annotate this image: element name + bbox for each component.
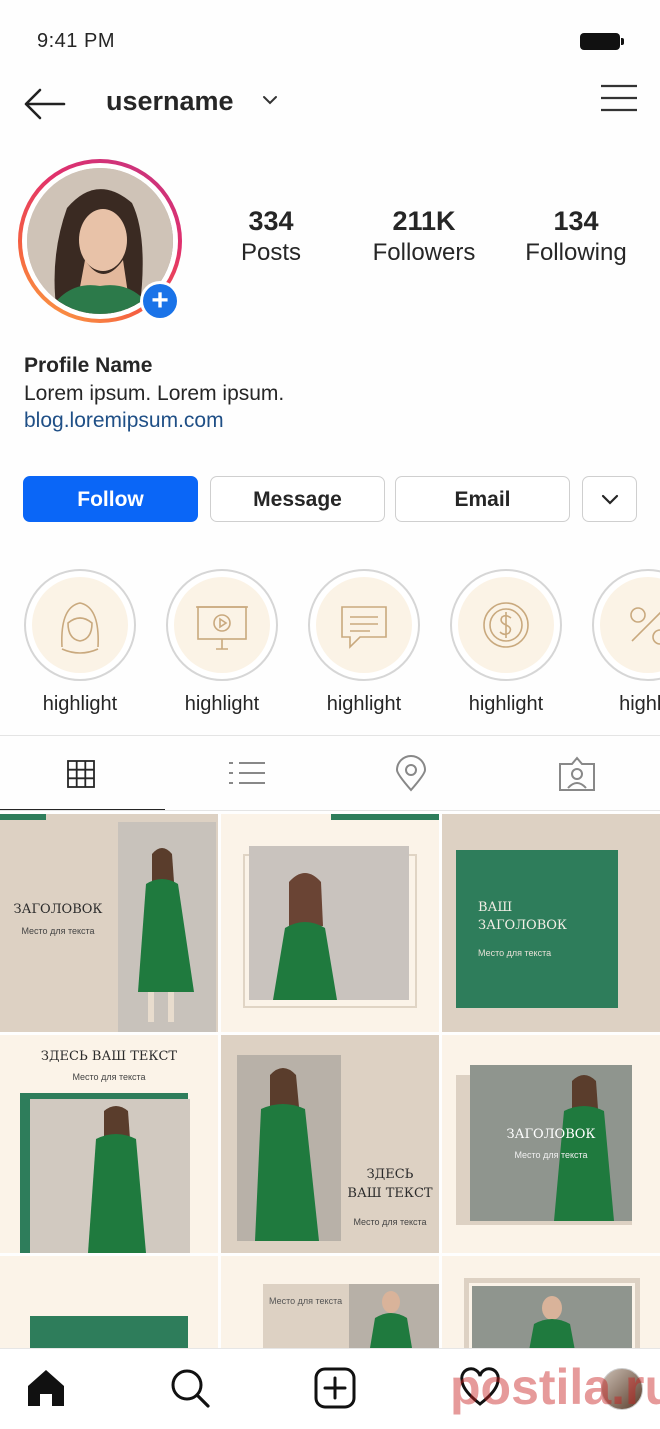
bio-text: Lorem ipsum. Lorem ipsum. xyxy=(24,382,285,405)
post-photo xyxy=(472,1286,632,1348)
post-tile[interactable]: ЗАГОЛОВОК Место для текста xyxy=(0,814,218,1032)
follow-button[interactable]: Follow xyxy=(23,476,198,522)
more-options-button[interactable] xyxy=(582,476,637,522)
divider xyxy=(0,735,660,736)
location-pin-icon[interactable] xyxy=(330,750,495,796)
chevron-down-icon xyxy=(601,494,618,505)
post-tile[interactable]: ЗАГОЛОВОК Место для текста xyxy=(442,1035,660,1253)
email-button[interactable]: Email xyxy=(395,476,570,522)
green-card xyxy=(30,1316,188,1348)
post-subtitle: Место для текста xyxy=(353,1217,427,1227)
stat-posts[interactable]: 334 Posts xyxy=(201,206,341,267)
post-title: ЗАГОЛОВОК xyxy=(13,902,103,917)
stat-label: Followers xyxy=(372,239,476,266)
post-tile[interactable] xyxy=(221,814,439,1032)
divider xyxy=(0,810,660,811)
message-button[interactable]: Message xyxy=(210,476,385,522)
post-subtitle: Место для текста xyxy=(21,926,95,936)
watermark: postila.ru xyxy=(450,1359,660,1415)
dollar-coin-icon xyxy=(483,602,529,648)
plus-icon: + xyxy=(143,284,177,318)
chat-bubble-icon xyxy=(341,606,387,649)
post-tile[interactable]: ЗДЕСЬ ВАШ ТЕКСТ Место для текста xyxy=(221,1035,439,1253)
hamburger-menu-icon[interactable] xyxy=(600,84,638,112)
highlight-item[interactable]: highlight xyxy=(450,569,562,716)
stat-label: Posts xyxy=(240,239,302,266)
highlight-item[interactable]: highlight xyxy=(166,569,278,716)
post-title: ВАШ xyxy=(478,900,513,915)
post-title: ЗДЕСЬ ВАШ ТЕКСТ xyxy=(40,1049,178,1064)
highlight-item[interactable]: highlight xyxy=(24,569,136,716)
bio-link[interactable]: blog.loremipsum.com xyxy=(24,409,224,433)
post-subtitle: Место для текста xyxy=(514,1150,588,1160)
post-photo xyxy=(237,1055,341,1241)
home-icon[interactable] xyxy=(24,1366,68,1410)
highlight-label: highlight xyxy=(184,693,260,715)
search-icon[interactable] xyxy=(168,1366,212,1410)
post-subtitle: Место для текста xyxy=(478,948,552,958)
post-title: ВАШ ТЕКСТ xyxy=(347,1186,433,1201)
accent-bar xyxy=(0,814,46,820)
post-photo xyxy=(349,1284,439,1348)
stat-value: 134 xyxy=(553,206,599,236)
new-post-icon[interactable] xyxy=(313,1366,357,1410)
percent-icon xyxy=(630,607,660,645)
post-subtitle: Место для текста xyxy=(269,1296,343,1306)
post-photo xyxy=(249,846,409,1000)
post-tile[interactable]: ВАШ ЗАГОЛОВОК Место для текста xyxy=(442,814,660,1032)
post-photo xyxy=(470,1065,632,1221)
stat-label: Following xyxy=(525,239,627,266)
post-title: ЗДЕСЬ xyxy=(366,1167,414,1182)
stat-followers[interactable]: 211K Followers xyxy=(354,206,494,267)
stat-value: 334 xyxy=(248,206,294,236)
post-tile[interactable]: Место для текста xyxy=(221,1256,439,1348)
add-story-button[interactable]: + xyxy=(140,281,180,321)
chevron-down-icon[interactable] xyxy=(262,92,278,108)
back-arrow-icon[interactable] xyxy=(22,86,66,122)
highlight-label: highlight xyxy=(326,693,402,715)
post-title: ЗАГОЛОВОК xyxy=(506,1127,596,1142)
post-subtitle: Место для текста xyxy=(72,1072,146,1082)
stat-following[interactable]: 134 Following xyxy=(506,206,646,267)
profile-name: Profile Name xyxy=(24,354,153,377)
post-title: ЗАГОЛОВОК xyxy=(478,918,567,933)
grid-icon[interactable] xyxy=(0,750,165,796)
highlight-label: highlight xyxy=(468,693,544,715)
highlight-item[interactable]: highlight xyxy=(308,569,420,716)
post-tile[interactable]: ЗДЕСЬ ВАШ ТЕКСТ Место для текста xyxy=(0,1035,218,1253)
username-title[interactable]: username xyxy=(106,86,234,117)
woman-face-icon xyxy=(61,602,99,654)
list-icon[interactable] xyxy=(165,750,330,796)
highlight-label: highlig xyxy=(619,693,660,715)
highlight-item[interactable]: highlig xyxy=(592,569,660,716)
tagged-user-icon[interactable] xyxy=(495,750,660,796)
post-tile[interactable] xyxy=(0,1256,218,1348)
presentation-icon xyxy=(196,606,248,650)
post-photo xyxy=(30,1099,190,1253)
post-photo xyxy=(118,822,216,1032)
status-time: 9:41 PM xyxy=(37,30,115,52)
stat-value: 211K xyxy=(392,206,456,236)
post-tile[interactable] xyxy=(442,1256,660,1348)
battery-icon xyxy=(580,33,624,50)
highlight-label: highlight xyxy=(42,693,118,715)
accent-bar xyxy=(331,814,439,820)
